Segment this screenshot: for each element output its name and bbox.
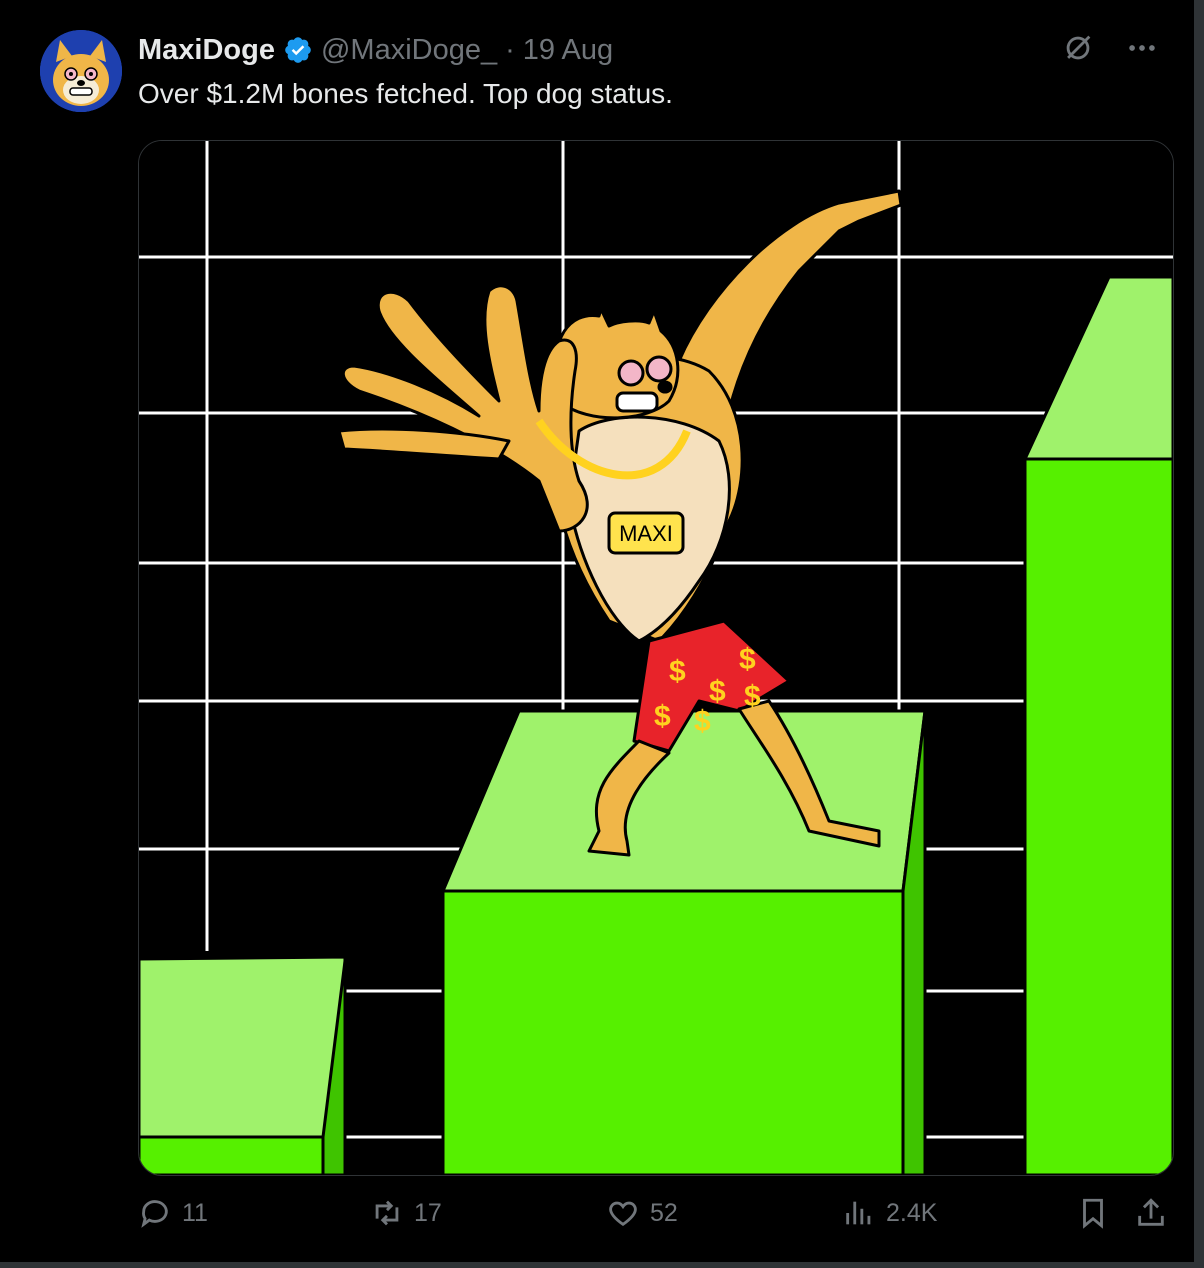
- like-icon: [609, 1201, 637, 1227]
- views-button[interactable]: 2.4K: [842, 1196, 937, 1230]
- bookmark-button[interactable]: [1076, 1196, 1110, 1230]
- repost-button[interactable]: 17: [370, 1196, 442, 1230]
- post-header: MaxiDoge @MaxiDoge_ · 19 Aug: [138, 30, 613, 70]
- grok-icon[interactable]: [1060, 30, 1096, 66]
- reply-icon: [141, 1200, 168, 1228]
- tweet[interactable]: MaxiDoge @MaxiDoge_ · 19 Aug Over $1.2M …: [0, 0, 1194, 1262]
- view-count: 2.4K: [886, 1198, 938, 1227]
- separator-dot: ·: [505, 33, 515, 66]
- display-name[interactable]: MaxiDoge: [138, 34, 275, 67]
- svg-text:$: $: [654, 700, 671, 733]
- repost-icon: [375, 1200, 399, 1226]
- views-icon: [846, 1201, 871, 1225]
- doge-avatar-image: [40, 30, 122, 112]
- reply-count: 11: [182, 1198, 208, 1227]
- more-icon[interactable]: [1124, 30, 1160, 66]
- bookmark-icon: [1083, 1198, 1103, 1229]
- post-date[interactable]: 19 Aug: [523, 34, 613, 67]
- share-icon: [1138, 1198, 1164, 1226]
- post-media[interactable]: MAXI $ $ $ $ $ $: [138, 140, 1174, 1176]
- svg-text:$: $: [744, 680, 761, 713]
- like-count: 52: [650, 1198, 678, 1227]
- repost-count: 17: [414, 1198, 442, 1227]
- share-button[interactable]: [1134, 1196, 1168, 1230]
- avatar[interactable]: [40, 30, 122, 112]
- necklace-tag-text: MAXI: [619, 521, 673, 546]
- svg-text:$: $: [739, 643, 756, 676]
- post-text: Over $1.2M bones fetched. Top dog status…: [138, 78, 673, 109]
- like-button[interactable]: 52: [606, 1196, 678, 1230]
- svg-text:$: $: [694, 705, 711, 738]
- verified-badge-icon[interactable]: [283, 35, 313, 65]
- doge-chart-illustration: MAXI $ $ $ $ $ $: [139, 141, 1173, 1175]
- reply-button[interactable]: 11: [138, 1196, 208, 1230]
- svg-text:$: $: [709, 675, 726, 708]
- post-top-actions: [1060, 30, 1160, 66]
- svg-text:$: $: [669, 655, 686, 688]
- handle[interactable]: @MaxiDoge_: [321, 34, 497, 67]
- post-actions: 11 17 52 2.4K: [138, 1196, 1174, 1246]
